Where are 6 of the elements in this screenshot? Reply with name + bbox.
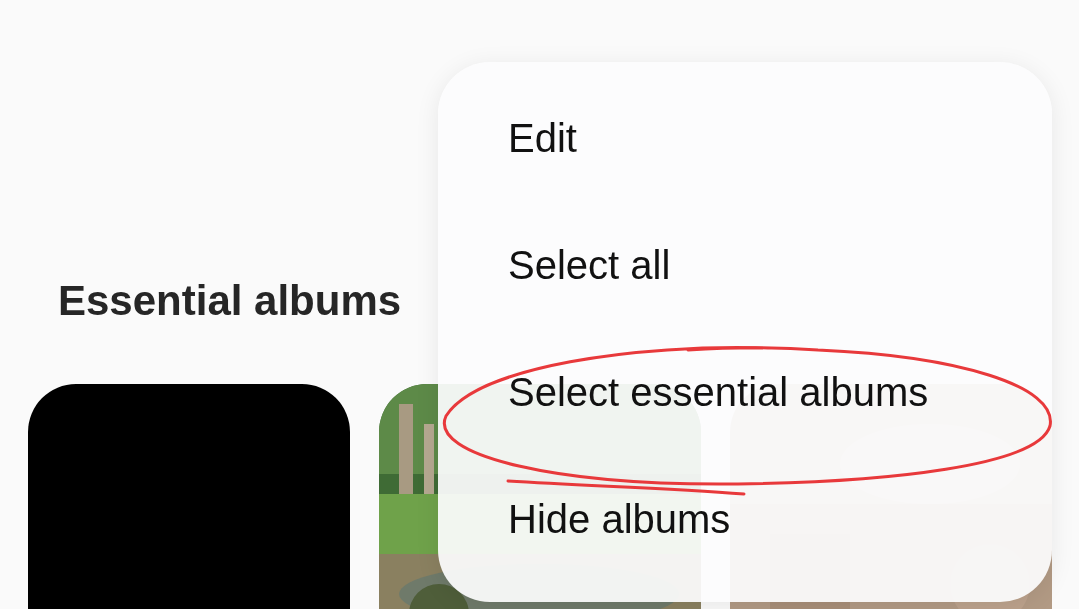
menu-item[interactable]: Edit <box>438 74 1052 201</box>
album-cover[interactable] <box>28 384 350 609</box>
menu-item[interactable]: Select essential albums <box>438 328 1052 455</box>
menu-item[interactable]: Select all <box>438 201 1052 328</box>
menu-item[interactable]: Hide albums <box>438 455 1052 582</box>
section-title: Essential albums <box>58 276 402 326</box>
